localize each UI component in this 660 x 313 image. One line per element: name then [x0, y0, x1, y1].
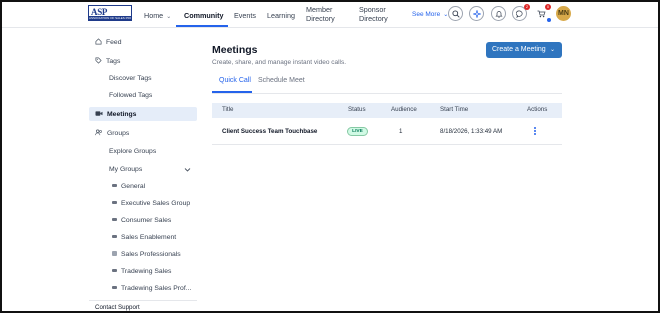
tab-schedule-meet[interactable]: Schedule Meet — [258, 77, 305, 84]
video-camera-icon — [95, 111, 103, 116]
nav-see-more[interactable]: See More ⌄ — [412, 11, 448, 18]
notifications-button[interactable] — [491, 6, 506, 21]
tab-active-underline — [212, 91, 252, 93]
search-button[interactable] — [448, 6, 463, 21]
nav-member-directory-line2: Directory — [306, 14, 335, 23]
bell-icon — [495, 11, 503, 18]
column-header-actions: Actions — [527, 106, 548, 113]
users-icon — [95, 129, 102, 136]
asp-logo[interactable]: ASP ASSOCIATION OF SALES PROFESSIONALS — [88, 5, 132, 21]
nav-active-underline — [176, 25, 228, 27]
meeting-title-cell[interactable]: Client Success Team Touchbase — [222, 128, 317, 135]
table-header — [212, 103, 562, 118]
group-thumbnail-icon — [112, 251, 117, 256]
group-item-label: Consumer Sales — [121, 217, 172, 224]
nav-see-more-label: See More — [412, 11, 441, 18]
avatar[interactable]: MN — [556, 6, 571, 21]
nav-sponsor-directory-line1: Sponsor — [359, 5, 386, 14]
group-item-executive-sales-group[interactable]: Executive Sales Group — [112, 200, 190, 207]
page-title: Meetings — [212, 44, 258, 56]
group-item-label: General — [121, 183, 146, 190]
sidebar-item-tags-label: Tags — [106, 58, 121, 65]
ai-sparkle-button[interactable] — [469, 6, 484, 21]
column-header-status[interactable]: Status — [348, 106, 366, 113]
status-badge: LIVE — [347, 127, 368, 136]
nav-learning[interactable]: Learning — [267, 11, 295, 20]
group-thumbnail-icon — [112, 286, 117, 289]
group-item-sales-enablement[interactable]: Sales Enablement — [112, 234, 176, 241]
logo-strip-text: ASSOCIATION OF SALES PROFESSIONALS — [89, 16, 131, 20]
sidebar-item-discover-tags[interactable]: Discover Tags — [109, 75, 152, 82]
column-header-start-time[interactable]: Start Time — [440, 106, 468, 113]
chevron-down-icon: ⌄ — [549, 47, 555, 53]
nav-events[interactable]: Events — [234, 11, 256, 20]
cart-count-badge: 0 — [545, 4, 551, 10]
cart-icon — [537, 10, 546, 18]
create-meeting-button-label: Create a Meeting — [492, 46, 546, 53]
sidebar-item-groups[interactable]: Groups — [95, 129, 129, 137]
group-thumbnail-icon — [112, 218, 117, 221]
tab-quick-call[interactable]: Quick Call — [219, 77, 251, 84]
audience-cell: 1 — [399, 128, 403, 135]
group-item-tradewing-sales[interactable]: Tradewing Sales — [112, 268, 171, 275]
group-item-tradewing-sales-prof[interactable]: Tradewing Sales Prof... — [112, 285, 191, 292]
cart-status-dot — [547, 18, 551, 22]
create-meeting-button[interactable]: Create a Meeting ⌄ — [486, 42, 562, 58]
group-thumbnail-icon — [112, 184, 117, 187]
chat-bubble-icon — [516, 10, 523, 18]
group-item-label: Tradewing Sales — [121, 268, 172, 275]
tag-icon — [95, 57, 102, 64]
nav-member-directory-line1: Member — [306, 5, 333, 14]
sidebar-item-meetings[interactable]: Meetings — [95, 110, 136, 118]
group-item-general[interactable]: General — [112, 183, 145, 190]
messages-count-badge: 2 — [524, 4, 530, 10]
column-header-title[interactable]: Title — [222, 106, 233, 113]
start-time-cell: 8/18/2026, 1:33:49 AM — [440, 128, 503, 135]
sparkle-icon — [473, 10, 481, 18]
group-item-label: Sales Enablement — [121, 234, 177, 241]
sidebar-item-feed[interactable]: Feed — [95, 38, 122, 46]
group-item-sales-professionals[interactable]: Sales Professionals — [112, 251, 181, 258]
nav-community[interactable]: Community — [184, 11, 224, 20]
sidebar-item-my-groups[interactable]: My Groups — [109, 166, 142, 173]
nav-member-directory[interactable]: Member Directory — [306, 5, 335, 23]
tabs-divider — [212, 93, 562, 94]
group-thumbnail-icon — [112, 269, 117, 272]
row-actions-kebab-icon[interactable] — [533, 127, 537, 137]
sidebar-item-tags[interactable]: Tags — [95, 57, 120, 65]
home-icon — [95, 38, 102, 45]
column-header-audience[interactable]: Audience — [391, 106, 417, 113]
group-item-consumer-sales[interactable]: Consumer Sales — [112, 217, 171, 224]
sidebar-item-feed-label: Feed — [106, 39, 122, 46]
nav-home-label: Home — [144, 11, 164, 20]
chevron-down-icon: ⌄ — [166, 14, 172, 20]
sidebar-item-followed-tags[interactable]: Followed Tags — [109, 92, 152, 99]
group-thumbnail-icon — [112, 235, 117, 238]
group-item-label: Sales Professionals — [121, 251, 181, 258]
nav-sponsor-directory-line2: Directory — [359, 14, 388, 23]
sidebar-item-groups-label: Groups — [107, 130, 130, 137]
nav-home[interactable]: Home ⌄ — [144, 11, 171, 20]
group-item-label: Executive Sales Group — [121, 200, 191, 207]
contact-support-link[interactable]: Contact Support — [95, 304, 140, 311]
sidebar-item-explore-groups[interactable]: Explore Groups — [109, 148, 156, 155]
search-icon — [452, 10, 460, 18]
page-subtitle: Create, share, and manage instant video … — [212, 59, 347, 66]
group-item-label: Tradewing Sales Prof... — [121, 285, 192, 292]
sidebar-item-meetings-label: Meetings — [107, 111, 137, 118]
sidebar-divider — [89, 300, 197, 301]
nav-sponsor-directory[interactable]: Sponsor Directory — [359, 5, 388, 23]
group-thumbnail-icon — [112, 201, 117, 204]
chevron-down-icon[interactable] — [184, 167, 191, 173]
